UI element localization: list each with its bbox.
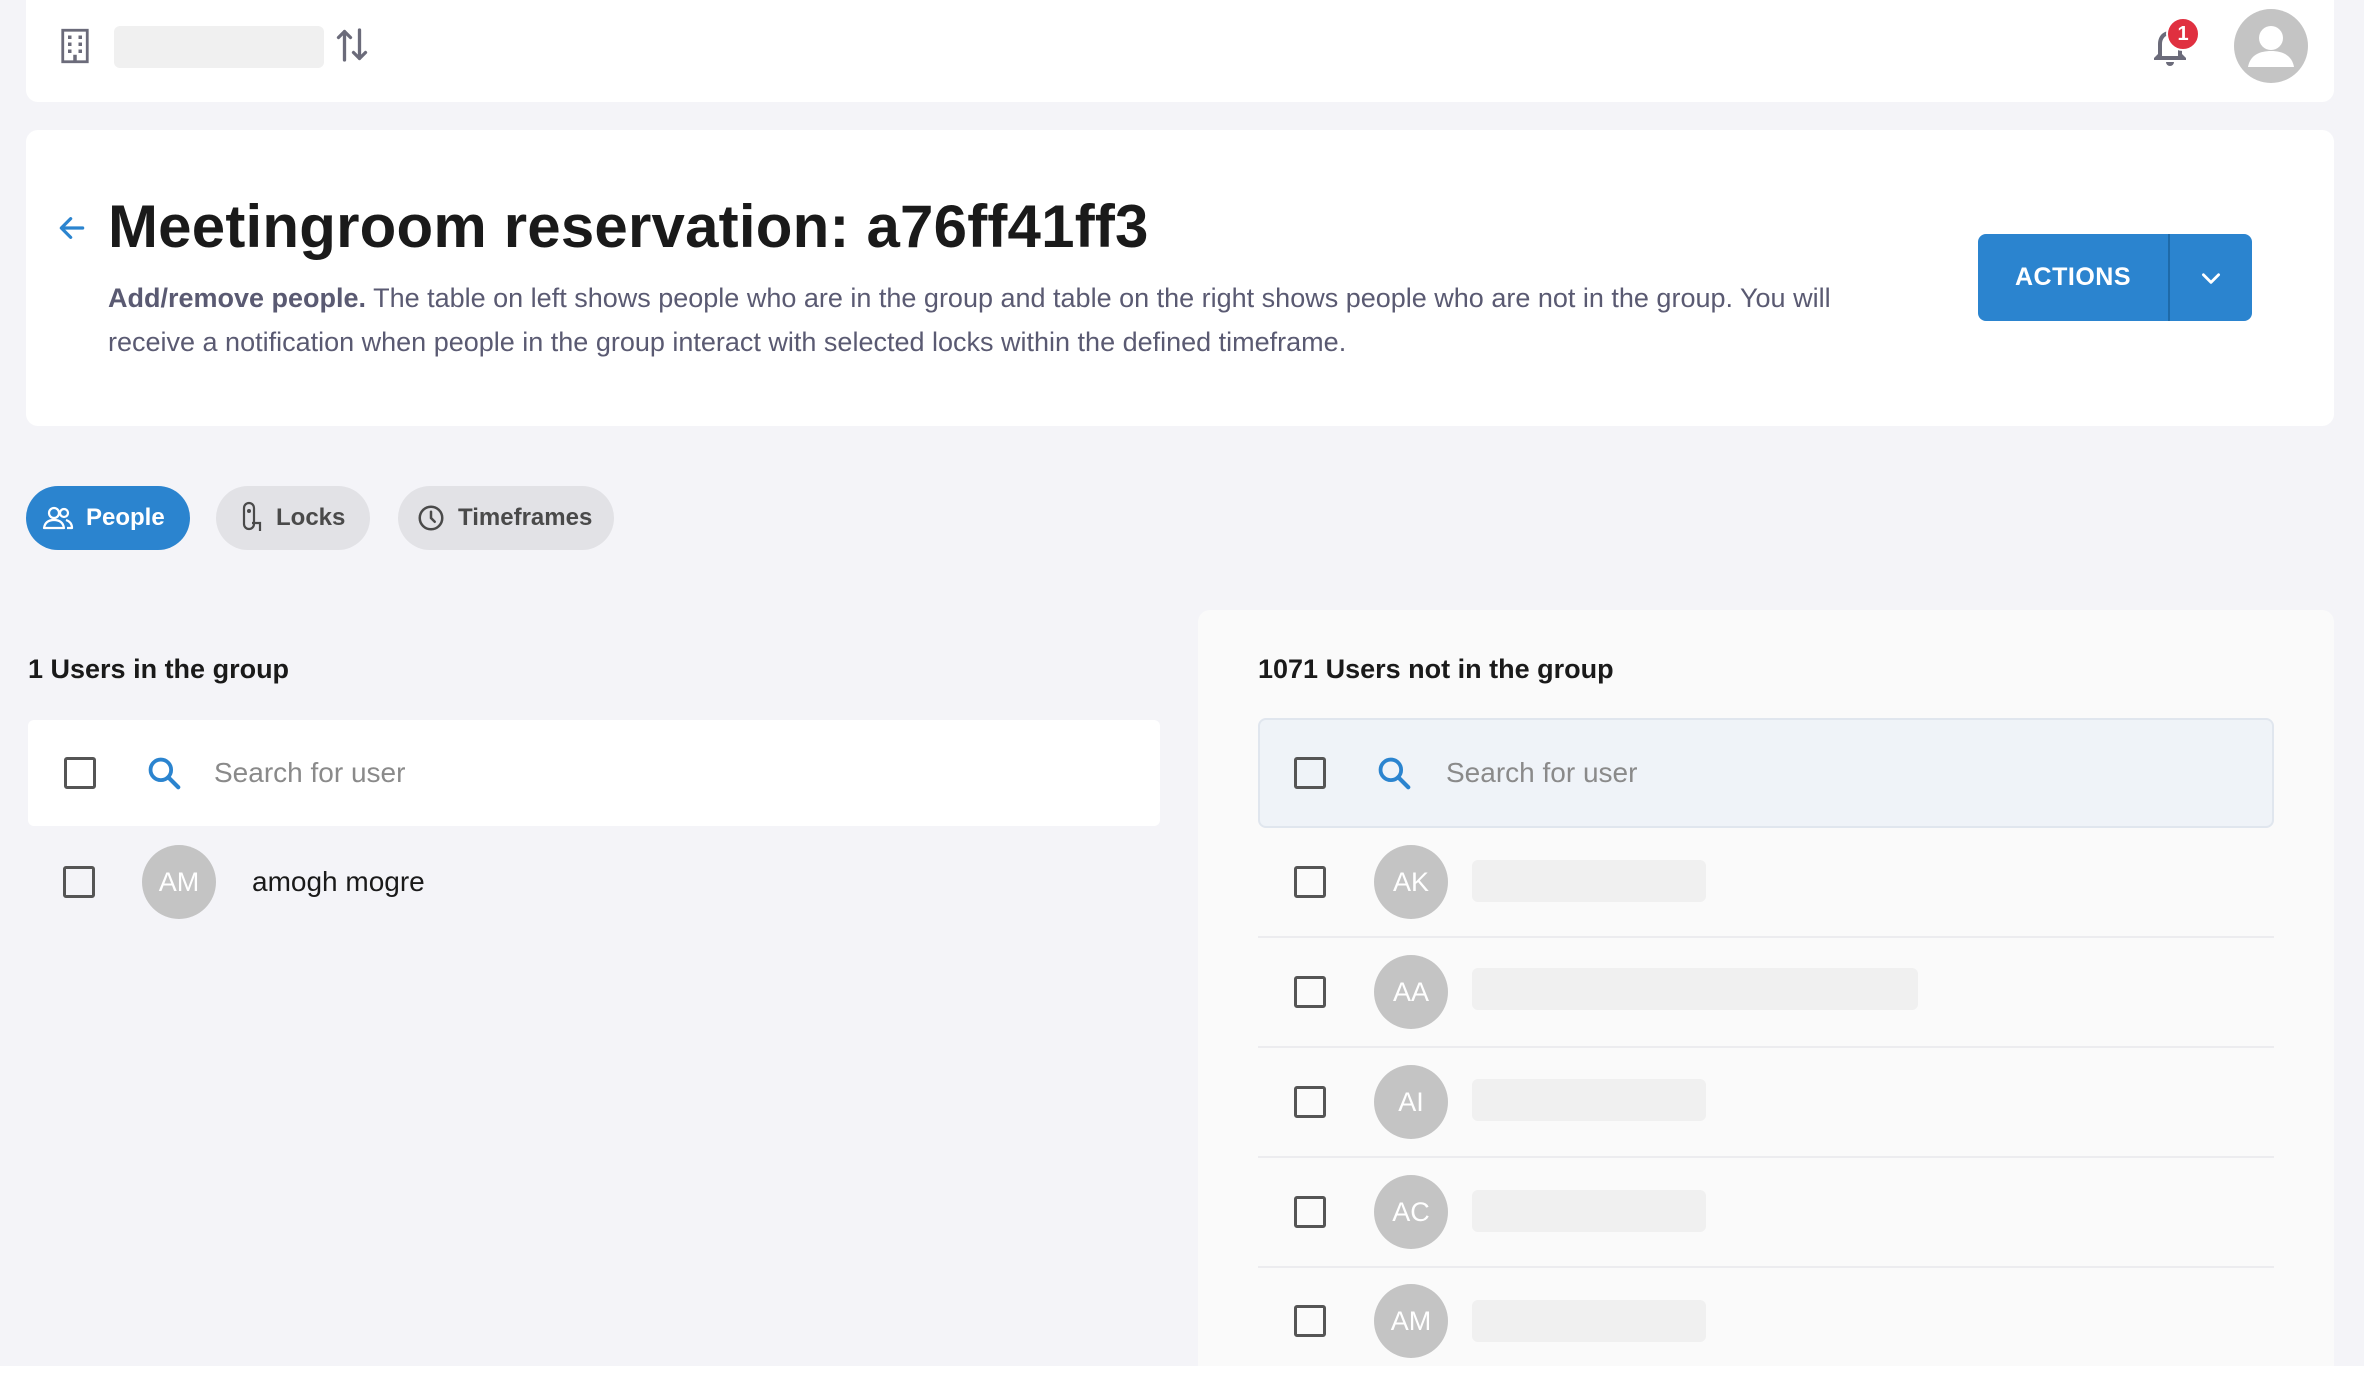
user-name-placeholder (1472, 1190, 1706, 1232)
actions-button[interactable]: ACTIONS (1978, 234, 2252, 321)
search-icon (148, 757, 181, 790)
select-all-non-group-checkbox[interactable] (1294, 757, 1326, 789)
page-title: Meetingroom reservation: a76ff41ff3 (108, 193, 1149, 260)
page-description: Add/remove people. The table on left sho… (108, 276, 1868, 364)
user-name-placeholder (1472, 860, 1706, 902)
row-divider (1258, 1156, 2274, 1158)
non-group-user-checkbox[interactable] (1294, 976, 1326, 1008)
tab-timeframes[interactable]: Timeframes (398, 486, 614, 550)
user-name: amogh mogre (252, 866, 425, 897)
group-search-input[interactable] (214, 752, 1114, 794)
clock-icon (418, 505, 444, 531)
tab-people[interactable]: People (26, 486, 190, 550)
non-group-user-checkbox[interactable] (1294, 1086, 1326, 1118)
avatar: AA (1374, 955, 1448, 1029)
user-name-placeholder (1472, 1300, 1706, 1342)
tab-label: People (86, 504, 165, 531)
row-divider (1258, 936, 2274, 938)
group-user-checkbox[interactable] (63, 866, 95, 898)
non-group-user-checkbox[interactable] (1294, 1196, 1326, 1228)
back-arrow-icon[interactable] (56, 212, 88, 244)
group-users-title: 1 Users in the group (28, 654, 290, 684)
user-avatar[interactable] (2234, 9, 2308, 83)
user-name-placeholder (1472, 1079, 1706, 1121)
avatar: AC (1374, 1175, 1448, 1249)
non-group-users-title: 1071 Users not in the group (1258, 654, 1614, 684)
bottom-edge (0, 1366, 2364, 1382)
tab-locks[interactable]: Locks (216, 486, 370, 550)
swap-vertical-icon[interactable] (334, 24, 370, 66)
notification-badge: 1 (2166, 17, 2200, 51)
non-group-user-checkbox[interactable] (1294, 1305, 1326, 1337)
actions-dropdown-toggle[interactable] (2170, 234, 2252, 321)
avatar: AM (142, 845, 216, 919)
avatar: AI (1374, 1065, 1448, 1139)
building-icon (61, 28, 89, 64)
actions-label[interactable]: ACTIONS (1978, 234, 2170, 321)
people-icon (42, 506, 74, 530)
organization-name-placeholder (114, 26, 324, 68)
non-group-search-input[interactable] (1446, 752, 2226, 794)
person-icon (2248, 26, 2294, 67)
description-text: The table on left shows people who are i… (108, 283, 1831, 357)
user-name-placeholder (1472, 968, 1918, 1010)
row-divider (1258, 1266, 2274, 1268)
avatar: AM (1374, 1284, 1448, 1358)
top-bar (26, 0, 2334, 102)
description-bold: Add/remove people. (108, 283, 367, 313)
chevron-down-icon (2202, 272, 2220, 284)
select-all-group-checkbox[interactable] (64, 757, 96, 789)
non-group-user-checkbox[interactable] (1294, 866, 1326, 898)
tab-label: Timeframes (458, 504, 593, 531)
row-divider (1258, 1046, 2274, 1048)
search-icon (1378, 757, 1411, 790)
lock-icon (242, 501, 262, 531)
avatar: AK (1374, 845, 1448, 919)
tab-label: Locks (276, 504, 346, 531)
